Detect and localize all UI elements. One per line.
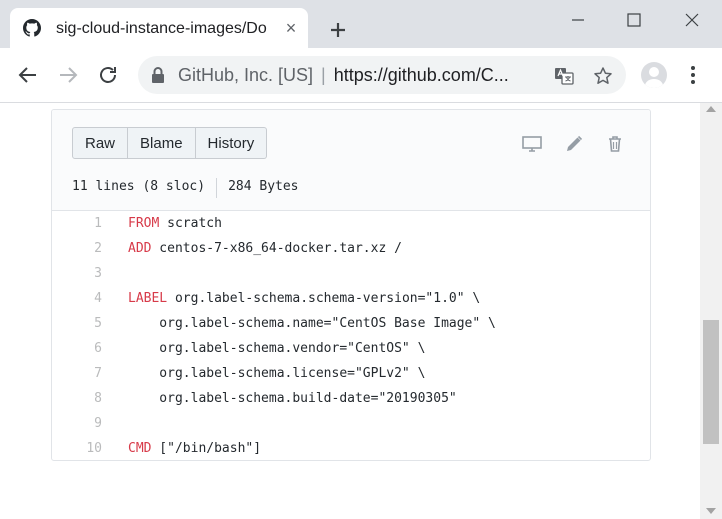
keyword: FROM: [128, 216, 160, 231]
keyword: ADD: [128, 241, 152, 256]
code-text: ["/bin/bash"]: [151, 441, 262, 456]
line-number[interactable]: 6: [52, 336, 102, 361]
reload-icon[interactable]: [96, 63, 120, 87]
stats-divider: [216, 178, 218, 198]
scrollbar-thumb[interactable]: [703, 320, 719, 444]
line-content: ADD centos-7-x86_64-docker.tar.xz /: [128, 236, 402, 261]
code-text: org.label-schema.name="CentOS Base Image…: [128, 316, 496, 331]
scroll-down-arrow-icon[interactable]: [706, 507, 716, 515]
keyword: LABEL: [128, 291, 168, 306]
profile-icon: [645, 67, 663, 88]
desktop-icon[interactable]: [522, 134, 542, 154]
line-number[interactable]: 8: [52, 386, 102, 411]
line-content: org.label-schema.vendor="CentOS" \: [128, 336, 425, 361]
tab-close-icon[interactable]: ×: [282, 19, 300, 37]
file-header: Raw Blame History 11 lines (8 sloc) 284 …: [52, 110, 650, 211]
code-line: 2 ADD centos-7-x86_64-docker.tar.xz /: [52, 236, 650, 261]
code-text: centos-7-x86_64-docker.tar.xz /: [151, 241, 402, 256]
code-line: 8 org.label-schema.build-date="20190305": [52, 386, 650, 411]
kebab-menu-icon[interactable]: [688, 63, 698, 87]
code-line: 4 LABEL org.label-schema.schema-version="…: [52, 286, 650, 311]
file-actions: Raw Blame History: [72, 127, 268, 159]
browser-toolbar: GitHub, Inc. [US] | https://github.com/C..…: [0, 48, 722, 103]
code-line: 3: [52, 261, 650, 286]
page-content: Raw Blame History 11 lines (8 sloc) 284 …: [0, 103, 700, 519]
line-number[interactable]: 2: [52, 236, 102, 261]
certificate-org: GitHub, Inc. [US]: [178, 65, 314, 85]
blame-button[interactable]: Blame: [128, 127, 196, 159]
forward-arrow-icon[interactable]: [56, 63, 80, 87]
pencil-icon[interactable]: [564, 134, 584, 154]
code-text: org.label-schema.schema-version="1.0" \: [167, 291, 481, 306]
line-content: FROM scratch: [128, 211, 222, 236]
line-number[interactable]: 9: [52, 411, 102, 436]
history-button[interactable]: History: [195, 127, 268, 159]
code-line: 5 org.label-schema.name="CentOS Base Ima…: [52, 311, 650, 336]
browser-tab[interactable]: sig-cloud-instance-images/Do ×: [10, 8, 308, 48]
line-number[interactable]: 7: [52, 361, 102, 386]
line-content: org.label-schema.name="CentOS Base Image…: [128, 311, 496, 336]
raw-button[interactable]: Raw: [72, 127, 129, 159]
star-icon[interactable]: [593, 66, 613, 86]
line-content: org.label-schema.license="GPLv2" \: [128, 361, 425, 386]
line-number[interactable]: 4: [52, 286, 102, 311]
file-size: 284 Bytes: [228, 179, 299, 194]
new-tab-icon[interactable]: [326, 18, 350, 42]
back-arrow-icon[interactable]: [16, 63, 40, 87]
url-value: https://github.com/C...: [333, 65, 509, 85]
code-line: 9: [52, 411, 650, 436]
line-number[interactable]: 3: [52, 261, 102, 286]
code-text: org.label-schema.vendor="CentOS" \: [128, 341, 426, 356]
code-text: scratch: [159, 216, 222, 231]
code-line: 10 CMD ["/bin/bash"]: [52, 436, 650, 461]
code-text: org.label-schema.build-date="20190305": [128, 391, 457, 406]
scroll-up-arrow-icon[interactable]: [706, 105, 716, 113]
close-window-icon[interactable]: [682, 10, 702, 30]
line-content: LABEL org.label-schema.schema-version="1…: [128, 286, 480, 311]
code-block: 1 FROM scratch 2 ADD centos-7-x86_64-docke…: [52, 211, 650, 461]
trash-icon[interactable]: [605, 134, 625, 154]
line-number[interactable]: 5: [52, 311, 102, 336]
translate-icon[interactable]: [554, 66, 574, 86]
minimize-icon[interactable]: [568, 10, 588, 30]
code-line: 6 org.label-schema.vendor="CentOS" \: [52, 336, 650, 361]
line-number[interactable]: 1: [52, 211, 102, 236]
tab-strip: sig-cloud-instance-images/Do ×: [0, 0, 722, 48]
github-icon: [23, 19, 41, 37]
code-line: 7 org.label-schema.license="GPLv2" \: [52, 361, 650, 386]
file-stats: 11 lines (8 sloc) 284 Bytes: [72, 178, 299, 198]
code-text: org.label-schema.license="GPLv2" \: [128, 366, 426, 381]
line-number[interactable]: 10: [52, 436, 102, 461]
lock-icon[interactable]: [150, 66, 166, 84]
keyword: CMD: [128, 441, 152, 456]
url-text[interactable]: GitHub, Inc. [US] | https://github.com/C..…: [178, 64, 526, 86]
maximize-icon[interactable]: [624, 10, 644, 30]
tab-title: sig-cloud-instance-images/Do: [56, 20, 267, 37]
line-content: CMD ["/bin/bash"]: [128, 436, 261, 461]
line-content: org.label-schema.build-date="20190305": [128, 386, 457, 411]
address-bar[interactable]: GitHub, Inc. [US] | https://github.com/C..…: [138, 56, 626, 94]
profile-avatar[interactable]: [641, 62, 667, 88]
line-count: 11 lines (8 sloc): [72, 179, 206, 194]
vertical-scrollbar[interactable]: [700, 103, 722, 519]
url-separator: |: [321, 65, 326, 85]
code-line: 1 FROM scratch: [52, 211, 650, 236]
file-viewer: Raw Blame History 11 lines (8 sloc) 284 …: [51, 109, 651, 461]
